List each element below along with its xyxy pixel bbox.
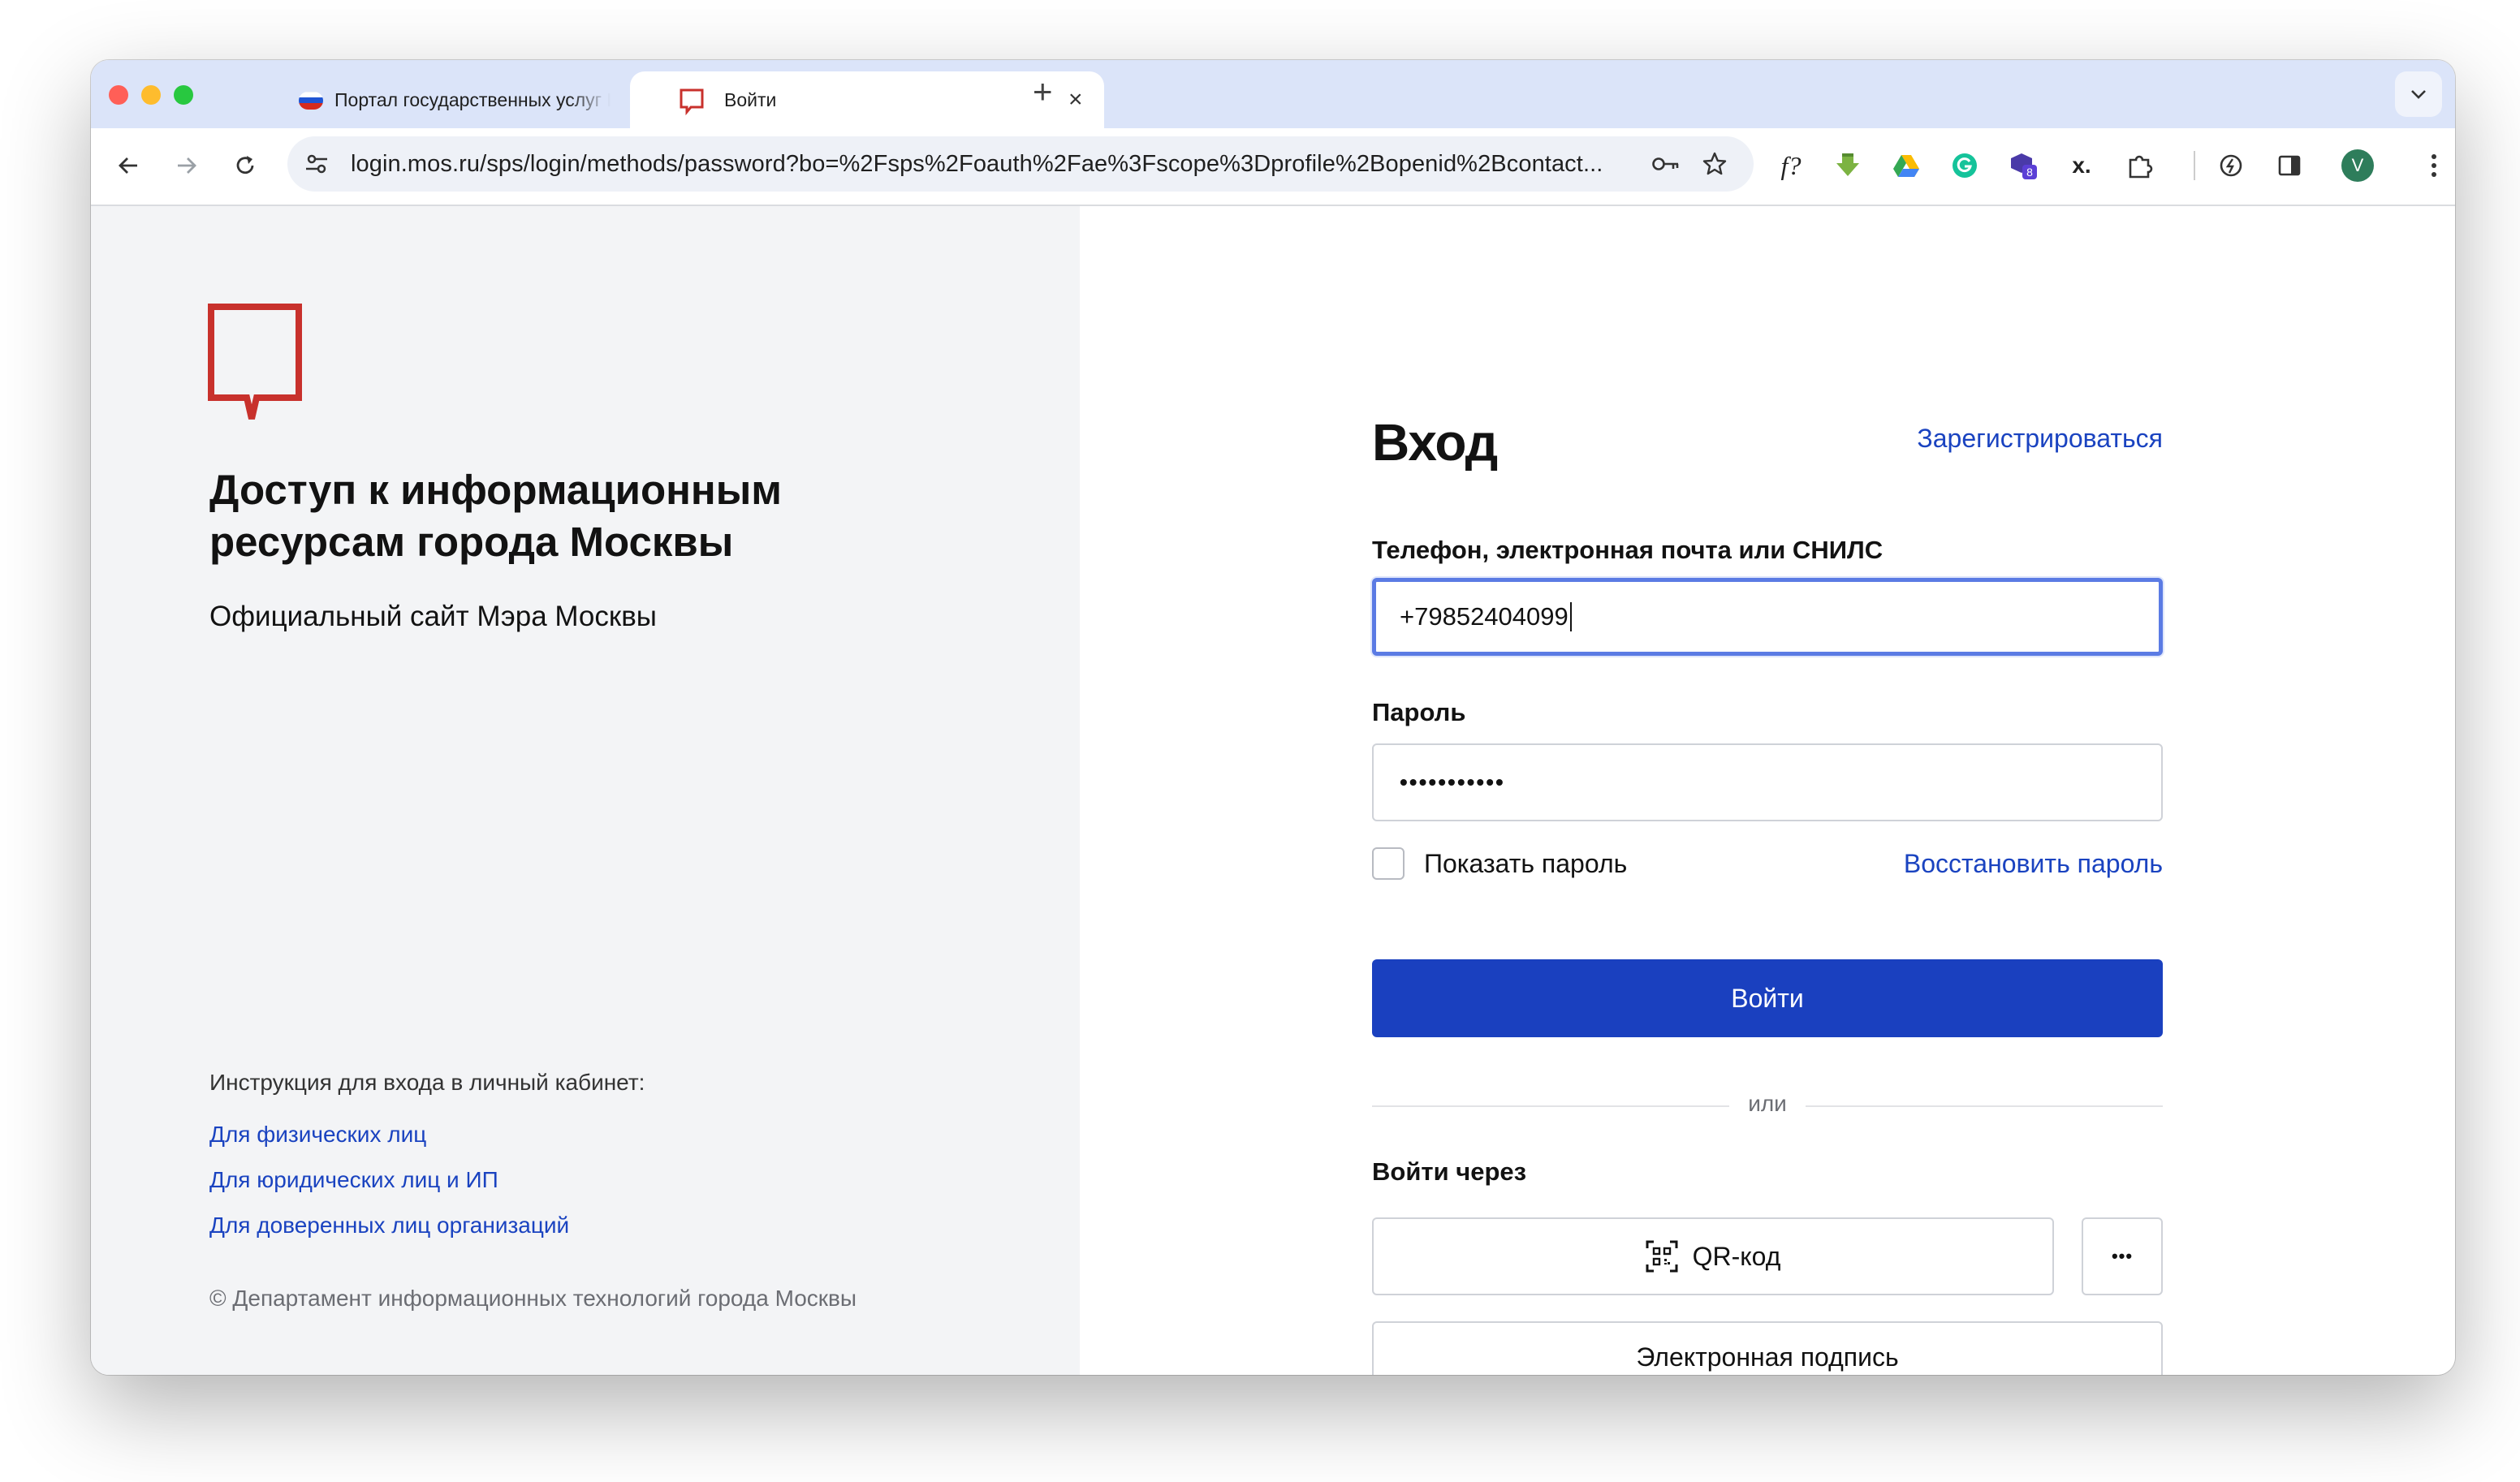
- russian-flag-icon: [299, 92, 323, 110]
- download-icon: [1836, 153, 1859, 176]
- toolbar-separator: [2194, 151, 2195, 180]
- show-password-label[interactable]: Показать пароль: [1424, 849, 1627, 879]
- password-input-value: •••••••••••: [1400, 769, 1505, 795]
- speed-icon: [2220, 154, 2242, 177]
- mos-logo-favicon-icon: [680, 88, 704, 115]
- login-input-value: +79852404099: [1400, 602, 1569, 631]
- tab-title: Портал государственных услуг Российской …: [334, 88, 611, 110]
- or-label: или: [1748, 1091, 1787, 1116]
- profile-avatar[interactable]: V: [2341, 149, 2374, 182]
- close-window-button[interactable]: [109, 85, 128, 105]
- login-submit-button[interactable]: Войти: [1372, 959, 2163, 1037]
- forgot-password-link[interactable]: Восстановить пароль: [1904, 849, 2163, 879]
- qr-code-icon: [1646, 1240, 1678, 1273]
- puzzle-icon: [2129, 155, 2153, 179]
- close-tab-icon[interactable]: ×: [1068, 88, 1083, 112]
- google-drive-icon: [1893, 155, 1919, 177]
- forward-button[interactable]: [164, 143, 209, 188]
- google-drive-extension-button[interactable]: [1888, 148, 1924, 183]
- arrow-right-icon: [178, 157, 196, 174]
- password-key-icon[interactable]: [1651, 149, 1681, 179]
- minimize-window-button[interactable]: [141, 85, 161, 105]
- speed-extension-button[interactable]: [2213, 148, 2249, 183]
- qr-login-button[interactable]: QR-код: [1372, 1217, 2054, 1295]
- password-field-label: Пароль: [1372, 698, 1466, 726]
- divider-right: [1806, 1105, 2163, 1107]
- grammarly-icon: [1953, 153, 1977, 178]
- password-input[interactable]: •••••••••••: [1372, 743, 2163, 821]
- maximize-window-button[interactable]: [174, 85, 193, 105]
- tab-title: Войти: [724, 88, 777, 110]
- login-field-label: Телефон, электронная почта или СНИЛС: [1372, 536, 1884, 564]
- divider-left: [1372, 1105, 1729, 1107]
- login-submit-label: Войти: [1731, 983, 1804, 1013]
- left-panel: Доступ к информационным ресурсам города …: [91, 206, 1080, 1375]
- tab-search-button[interactable]: [2395, 71, 2442, 117]
- arrow-left-icon: [119, 157, 137, 174]
- extension-badge-count: 8: [2026, 166, 2033, 179]
- download-extension-button[interactable]: [1830, 148, 1866, 183]
- bookmark-star-icon[interactable]: [1700, 149, 1729, 179]
- browser-window: Портал государственных услуг Российской …: [91, 60, 2455, 1375]
- show-password-checkbox[interactable]: [1372, 847, 1405, 880]
- extension-badge-icon: 8: [2011, 153, 2037, 179]
- back-button[interactable]: [106, 143, 151, 188]
- puzzle-extension-button[interactable]: [2122, 148, 2158, 183]
- kebab-menu-icon: [2432, 154, 2436, 177]
- esign-login-button[interactable]: Электронная подпись: [1372, 1321, 2163, 1375]
- instructions-label: Инструкция для входа в личный кабинет:: [209, 1070, 645, 1095]
- x-extension-glyph: x.: [2072, 153, 2091, 178]
- mos-logo-icon: [208, 304, 302, 420]
- chevron-down-icon: [2411, 90, 2426, 99]
- grammarly-extension-button[interactable]: [1947, 148, 1983, 183]
- sidepanel-extension-button[interactable]: [2272, 148, 2307, 183]
- new-tab-button[interactable]: +: [1033, 75, 1053, 109]
- register-link[interactable]: Зарегистрироваться: [1917, 424, 2163, 454]
- formula-glyph: f?: [1780, 150, 1802, 180]
- site-info-icon[interactable]: [302, 149, 331, 179]
- x-extension-extension-button[interactable]: x.: [2064, 148, 2099, 183]
- qr-login-label: QR-код: [1692, 1241, 1781, 1271]
- tab-bar: Портал государственных услуг Российской …: [91, 60, 2455, 128]
- login-input[interactable]: +79852404099: [1372, 578, 2163, 656]
- extension-badge-extension-button[interactable]: 8: [2005, 148, 2041, 183]
- url-text: login.mos.ru/sps/login/methods/password?…: [351, 151, 1603, 177]
- instruction-link[interactable]: Для юридических лиц и ИП: [209, 1167, 498, 1193]
- login-via-label: Войти через: [1372, 1157, 1527, 1186]
- sidepanel-icon: [2278, 155, 2301, 176]
- copyright-text: © Департамент информационных технологий …: [209, 1286, 857, 1311]
- login-panel: Вход Зарегистрироваться Телефон, электро…: [1080, 206, 2455, 1375]
- esign-login-label: Электронная подпись: [1636, 1342, 1899, 1372]
- text-caret: [1569, 602, 1572, 631]
- left-panel-title: Доступ к информационным ресурсам города …: [209, 467, 782, 565]
- address-bar[interactable]: login.mos.ru/sps/login/methods/password?…: [287, 136, 1754, 192]
- more-options-icon: •••: [2111, 1246, 2134, 1266]
- instruction-link[interactable]: Для физических лиц: [209, 1122, 426, 1148]
- instruction-link[interactable]: Для доверенных лиц организаций: [209, 1213, 569, 1239]
- function-extension-button[interactable]: f?: [1773, 148, 1809, 183]
- more-login-options-button[interactable]: •••: [2082, 1217, 2163, 1295]
- browser-menu-button[interactable]: [2416, 148, 2452, 183]
- left-panel-subtitle: Официальный сайт Мэра Москвы: [209, 601, 657, 632]
- reload-icon: [236, 156, 254, 174]
- browser-toolbar: login.mos.ru/sps/login/methods/password?…: [91, 128, 2455, 206]
- login-title: Вход: [1372, 413, 1498, 472]
- reload-button[interactable]: [222, 143, 268, 188]
